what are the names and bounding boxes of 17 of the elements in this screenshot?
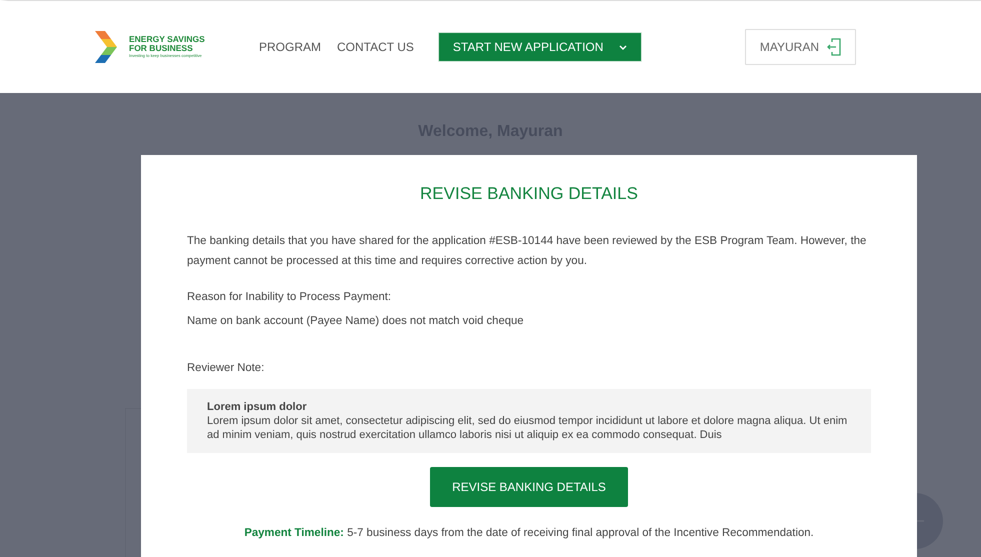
caret-icon [619,44,628,50]
start-application-button[interactable]: START NEW APPLICATION [438,32,642,62]
user-button[interactable]: MAYURAN [744,29,856,65]
reason-text: Name on bank account (Payee Name) does not match void cheque [187,314,525,330]
note-title: Lorem ipsum dolor [207,400,308,414]
note-text: Lorem ipsum dolor sit amet, consectetur adipiscing elit, sed do eiusmod tempor incididunt ut labore et dolore magna aliqua. Ut enim ad minim veniam, quis nostrud exercitation ullamco laboris nisi ut aliquip ex ea commodo consequat. Duis [207,414,848,442]
reason-label: Reason for Inability to Process Payment: [187,290,392,304]
logo-text: ENERGY SAVINGS [129,35,205,44]
note-label: Reviewer Note: [187,361,266,376]
logo-text: FOR BUSINESS [129,44,194,53]
intro-text: The banking details that you have shared for the application #ESB-10144 have been reviewed by the ESB Program Team. However, the payment cannot be processed at this time and requires corrective action by you. [187,234,868,268]
revise-banking-button[interactable]: REVISE BANKING DETAILS [430,467,628,508]
nav-link[interactable]: PROGRAM [259,38,322,56]
modal-title: REVISE BANKING DETAILS [419,183,639,205]
payment-timeline-text: Payment Timeline: 5-7 business days from the date of receiving final approval of the Incentive Recommendation. [243,526,815,542]
nav-link[interactable]: CONTACT US [337,38,414,56]
logout-icon [827,38,841,56]
